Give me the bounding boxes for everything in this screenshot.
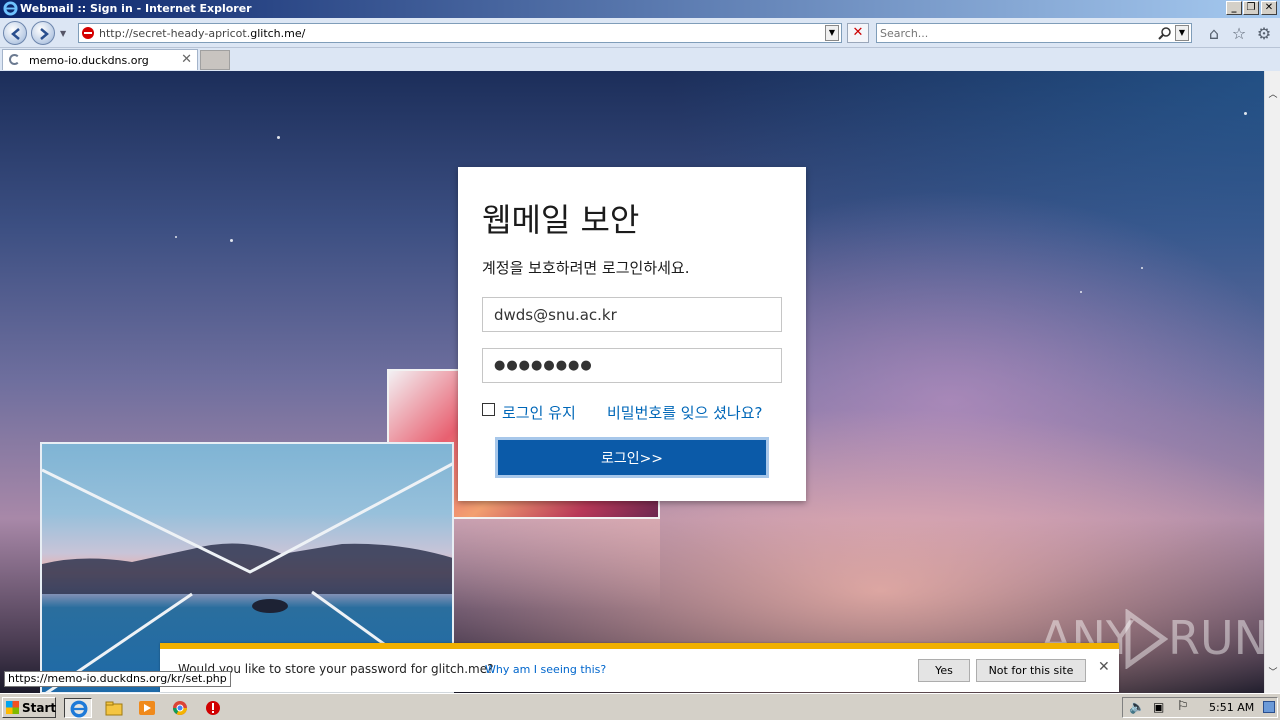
taskbar-explorer-folder-icon[interactable]	[102, 698, 126, 718]
close-bar-icon[interactable]: ✕	[1098, 659, 1110, 675]
background-star	[1080, 291, 1082, 293]
back-button[interactable]	[3, 21, 27, 45]
background-star	[175, 236, 177, 238]
close-window-button[interactable]: ✕	[1261, 1, 1277, 15]
taskbar: Start 🔈 ▣ ⚐ 5:51 AM	[0, 693, 1280, 720]
email-field[interactable]	[482, 297, 782, 332]
forgot-password-link[interactable]: 비밀번호를 잊으 셨나요?	[607, 402, 763, 423]
window-title: Webmail :: Sign in - Internet Explorer	[20, 2, 252, 15]
play-logo-icon	[1125, 609, 1168, 669]
restore-button[interactable]: ❐	[1243, 1, 1259, 15]
login-button[interactable]: 로그인>>	[495, 437, 769, 478]
taskbar-internet-explorer-icon[interactable]	[64, 698, 92, 718]
not-for-this-site-button[interactable]: Not for this site	[976, 659, 1086, 682]
action-center-flag-icon[interactable]: ⚐	[1177, 699, 1189, 714]
navigation-bar: ▼ http://secret-heady-apricot.glitch.me/…	[0, 18, 1280, 48]
internet-explorer-icon	[3, 1, 18, 16]
scroll-up-icon[interactable]: ︿	[1267, 87, 1279, 101]
show-desktop-icon[interactable]	[1263, 701, 1275, 713]
search-box[interactable]: ▼	[876, 23, 1192, 43]
background-star	[1244, 112, 1247, 115]
background-star	[277, 136, 280, 139]
start-button[interactable]: Start	[2, 697, 56, 718]
taskbar-chrome-icon[interactable]	[168, 698, 192, 718]
address-url[interactable]: http://secret-heady-apricot.glitch.me/	[99, 27, 305, 40]
loading-spinner-icon	[9, 54, 20, 65]
tab-bar: memo-io.duckdns.org ✕	[0, 48, 1280, 71]
settings-gear-icon[interactable]: ⚙	[1255, 25, 1273, 43]
home-icon[interactable]: ⌂	[1205, 25, 1223, 43]
page-content: 웹메일 보안 계정을 보호하려면 로그인하세요. 로그인 유지 비밀번호를 잊으…	[0, 71, 1264, 693]
forward-button[interactable]	[31, 21, 55, 45]
taskbar-media-player-icon[interactable]	[135, 698, 159, 718]
new-tab-button[interactable]	[200, 50, 230, 70]
blocked-site-icon	[82, 27, 94, 39]
save-password-yes-button[interactable]: Yes	[918, 659, 970, 682]
taskbar-security-alert-icon[interactable]	[201, 698, 225, 718]
title-bar: Webmail :: Sign in - Internet Explorer _…	[0, 0, 1280, 18]
vertical-scrollbar[interactable]: ︿ ﹀	[1264, 71, 1280, 693]
volume-icon[interactable]: 🔈	[1129, 700, 1145, 715]
background-star	[230, 239, 233, 242]
search-dropdown-button[interactable]: ▼	[1175, 25, 1189, 41]
login-subtitle: 계정을 보호하려면 로그인하세요.	[482, 259, 690, 277]
system-tray: 🔈 ▣ ⚐ 5:51 AM	[1122, 697, 1278, 718]
password-save-bar: Would you like to store your password fo…	[160, 643, 1119, 692]
why-am-i-seeing-this-link[interactable]: Why am I seeing this?	[485, 663, 606, 676]
search-icon[interactable]	[1158, 26, 1172, 40]
history-dropdown-icon[interactable]: ▼	[60, 29, 70, 39]
background-star	[1141, 267, 1143, 269]
network-icon[interactable]: ▣	[1153, 700, 1164, 714]
login-card: 웹메일 보안 계정을 보호하려면 로그인하세요. 로그인 유지 비밀번호를 잊으…	[458, 167, 806, 501]
tab-close-icon[interactable]: ✕	[181, 52, 192, 67]
stop-loading-button[interactable]: ✕	[847, 23, 869, 43]
address-dropdown-button[interactable]: ▼	[825, 25, 839, 41]
remember-me-link[interactable]: 로그인 유지	[502, 402, 576, 423]
minimize-button[interactable]: _	[1226, 1, 1242, 15]
forward-arrow-icon	[40, 28, 49, 40]
remember-me-checkbox[interactable]	[482, 403, 495, 416]
address-bar[interactable]: http://secret-heady-apricot.glitch.me/ ▼	[78, 23, 842, 43]
tab-label: memo-io.duckdns.org	[29, 54, 149, 67]
scroll-down-icon[interactable]: ﹀	[1267, 665, 1279, 679]
search-input[interactable]	[880, 26, 1150, 40]
favorites-star-icon[interactable]: ☆	[1230, 25, 1248, 43]
password-field[interactable]	[482, 348, 782, 383]
clock[interactable]: 5:51 AM	[1209, 701, 1254, 714]
status-link-preview: https://memo-io.duckdns.org/kr/set.php	[4, 671, 231, 687]
tab-memo-io[interactable]: memo-io.duckdns.org ✕	[2, 49, 198, 70]
windows-logo-icon	[6, 701, 19, 714]
login-title: 웹메일 보안	[482, 201, 640, 239]
back-arrow-icon	[11, 28, 20, 40]
